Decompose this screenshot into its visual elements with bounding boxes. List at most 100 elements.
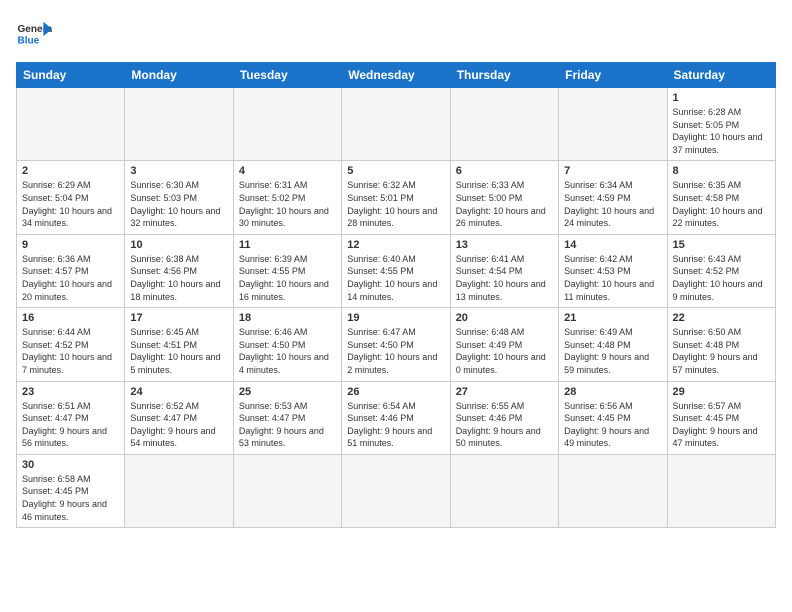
calendar-week-3: 9 Sunrise: 6:36 AM Sunset: 4:57 PM Daylig… — [17, 234, 776, 307]
day-info: Sunrise: 6:45 AM Sunset: 4:51 PM Dayligh… — [130, 326, 227, 376]
calendar-cell — [125, 88, 233, 161]
calendar-cell: 23 Sunrise: 6:51 AM Sunset: 4:47 PM Dayli… — [17, 381, 125, 454]
day-number: 20 — [456, 312, 553, 324]
day-info: Sunrise: 6:29 AM Sunset: 5:04 PM Dayligh… — [22, 179, 119, 229]
page-header: General Blue — [16, 16, 776, 52]
calendar-header-row: SundayMondayTuesdayWednesdayThursdayFrid… — [17, 63, 776, 88]
day-header-sunday: Sunday — [17, 63, 125, 88]
day-info: Sunrise: 6:42 AM Sunset: 4:53 PM Dayligh… — [564, 253, 661, 303]
calendar-week-5: 23 Sunrise: 6:51 AM Sunset: 4:47 PM Dayli… — [17, 381, 776, 454]
day-info: Sunrise: 6:52 AM Sunset: 4:47 PM Dayligh… — [130, 400, 227, 450]
day-header-friday: Friday — [559, 63, 667, 88]
day-number: 13 — [456, 239, 553, 251]
day-header-monday: Monday — [125, 63, 233, 88]
day-number: 22 — [673, 312, 770, 324]
day-number: 17 — [130, 312, 227, 324]
calendar-cell — [342, 88, 450, 161]
logo: General Blue — [16, 16, 52, 52]
calendar-cell: 7 Sunrise: 6:34 AM Sunset: 4:59 PM Daylig… — [559, 161, 667, 234]
day-number: 6 — [456, 165, 553, 177]
calendar-cell: 12 Sunrise: 6:40 AM Sunset: 4:55 PM Dayli… — [342, 234, 450, 307]
day-number: 1 — [673, 92, 770, 104]
day-info: Sunrise: 6:39 AM Sunset: 4:55 PM Dayligh… — [239, 253, 336, 303]
day-number: 28 — [564, 386, 661, 398]
day-info: Sunrise: 6:28 AM Sunset: 5:05 PM Dayligh… — [673, 106, 770, 156]
day-info: Sunrise: 6:43 AM Sunset: 4:52 PM Dayligh… — [673, 253, 770, 303]
calendar-cell — [125, 454, 233, 527]
day-number: 11 — [239, 239, 336, 251]
calendar-cell: 13Sunrise: 6:41 AM Sunset: 4:54 PM Dayli… — [450, 234, 558, 307]
calendar-cell: 26 Sunrise: 6:54 AM Sunset: 4:46 PM Dayli… — [342, 381, 450, 454]
calendar-cell — [233, 88, 341, 161]
day-number: 23 — [22, 386, 119, 398]
day-number: 4 — [239, 165, 336, 177]
calendar-week-4: 16Sunrise: 6:44 AM Sunset: 4:52 PM Dayli… — [17, 308, 776, 381]
day-info: Sunrise: 6:33 AM Sunset: 5:00 PM Dayligh… — [456, 179, 553, 229]
calendar-cell: 2Sunrise: 6:29 AM Sunset: 5:04 PM Daylig… — [17, 161, 125, 234]
day-info: Sunrise: 6:30 AM Sunset: 5:03 PM Dayligh… — [130, 179, 227, 229]
day-number: 10 — [130, 239, 227, 251]
day-header-saturday: Saturday — [667, 63, 775, 88]
calendar-cell — [342, 454, 450, 527]
day-info: Sunrise: 6:51 AM Sunset: 4:47 PM Dayligh… — [22, 400, 119, 450]
calendar-cell — [667, 454, 775, 527]
day-number: 19 — [347, 312, 444, 324]
day-info: Sunrise: 6:40 AM Sunset: 4:55 PM Dayligh… — [347, 253, 444, 303]
calendar-cell: 28 Sunrise: 6:56 AM Sunset: 4:45 PM Dayli… — [559, 381, 667, 454]
calendar-cell: 21Sunrise: 6:49 AM Sunset: 4:48 PM Dayli… — [559, 308, 667, 381]
day-info: Sunrise: 6:47 AM Sunset: 4:50 PM Dayligh… — [347, 326, 444, 376]
day-info: Sunrise: 6:54 AM Sunset: 4:46 PM Dayligh… — [347, 400, 444, 450]
day-number: 7 — [564, 165, 661, 177]
day-info: Sunrise: 6:44 AM Sunset: 4:52 PM Dayligh… — [22, 326, 119, 376]
day-number: 27 — [456, 386, 553, 398]
calendar-cell: 5 Sunrise: 6:32 AM Sunset: 5:01 PM Daylig… — [342, 161, 450, 234]
calendar-cell — [233, 454, 341, 527]
day-number: 26 — [347, 386, 444, 398]
day-info: Sunrise: 6:35 AM Sunset: 4:58 PM Dayligh… — [673, 179, 770, 229]
calendar-cell — [559, 454, 667, 527]
calendar-cell: 30 Sunrise: 6:58 AM Sunset: 4:45 PM Dayli… — [17, 454, 125, 527]
calendar-cell: 14Sunrise: 6:42 AM Sunset: 4:53 PM Dayli… — [559, 234, 667, 307]
calendar-cell: 1 Sunrise: 6:28 AM Sunset: 5:05 PM Daylig… — [667, 88, 775, 161]
calendar-table: SundayMondayTuesdayWednesdayThursdayFrid… — [16, 62, 776, 528]
calendar-cell: 3 Sunrise: 6:30 AM Sunset: 5:03 PM Daylig… — [125, 161, 233, 234]
day-info: Sunrise: 6:46 AM Sunset: 4:50 PM Dayligh… — [239, 326, 336, 376]
day-info: Sunrise: 6:34 AM Sunset: 4:59 PM Dayligh… — [564, 179, 661, 229]
day-info: Sunrise: 6:36 AM Sunset: 4:57 PM Dayligh… — [22, 253, 119, 303]
day-number: 12 — [347, 239, 444, 251]
calendar-cell — [559, 88, 667, 161]
day-number: 9 — [22, 239, 119, 251]
calendar-week-6: 30 Sunrise: 6:58 AM Sunset: 4:45 PM Dayli… — [17, 454, 776, 527]
calendar-cell: 29Sunrise: 6:57 AM Sunset: 4:45 PM Dayli… — [667, 381, 775, 454]
day-header-wednesday: Wednesday — [342, 63, 450, 88]
day-header-tuesday: Tuesday — [233, 63, 341, 88]
day-number: 18 — [239, 312, 336, 324]
day-info: Sunrise: 6:31 AM Sunset: 5:02 PM Dayligh… — [239, 179, 336, 229]
calendar-cell: 27Sunrise: 6:55 AM Sunset: 4:46 PM Dayli… — [450, 381, 558, 454]
day-header-thursday: Thursday — [450, 63, 558, 88]
calendar-cell — [450, 88, 558, 161]
calendar-cell: 20Sunrise: 6:48 AM Sunset: 4:49 PM Dayli… — [450, 308, 558, 381]
calendar-cell: 25 Sunrise: 6:53 AM Sunset: 4:47 PM Dayli… — [233, 381, 341, 454]
calendar-cell: 10Sunrise: 6:38 AM Sunset: 4:56 PM Dayli… — [125, 234, 233, 307]
calendar-cell: 22 Sunrise: 6:50 AM Sunset: 4:48 PM Dayli… — [667, 308, 775, 381]
day-number: 30 — [22, 459, 119, 471]
day-number: 5 — [347, 165, 444, 177]
calendar-week-2: 2Sunrise: 6:29 AM Sunset: 5:04 PM Daylig… — [17, 161, 776, 234]
day-info: Sunrise: 6:58 AM Sunset: 4:45 PM Dayligh… — [22, 473, 119, 523]
day-number: 25 — [239, 386, 336, 398]
calendar-cell: 18 Sunrise: 6:46 AM Sunset: 4:50 PM Dayli… — [233, 308, 341, 381]
calendar-cell: 4 Sunrise: 6:31 AM Sunset: 5:02 PM Daylig… — [233, 161, 341, 234]
day-info: Sunrise: 6:32 AM Sunset: 5:01 PM Dayligh… — [347, 179, 444, 229]
day-info: Sunrise: 6:50 AM Sunset: 4:48 PM Dayligh… — [673, 326, 770, 376]
calendar-cell: 16Sunrise: 6:44 AM Sunset: 4:52 PM Dayli… — [17, 308, 125, 381]
calendar-cell: 24 Sunrise: 6:52 AM Sunset: 4:47 PM Dayli… — [125, 381, 233, 454]
day-number: 24 — [130, 386, 227, 398]
day-info: Sunrise: 6:53 AM Sunset: 4:47 PM Dayligh… — [239, 400, 336, 450]
calendar-cell: 19 Sunrise: 6:47 AM Sunset: 4:50 PM Dayli… — [342, 308, 450, 381]
day-number: 3 — [130, 165, 227, 177]
day-info: Sunrise: 6:49 AM Sunset: 4:48 PM Dayligh… — [564, 326, 661, 376]
calendar-cell: 9 Sunrise: 6:36 AM Sunset: 4:57 PM Daylig… — [17, 234, 125, 307]
day-info: Sunrise: 6:56 AM Sunset: 4:45 PM Dayligh… — [564, 400, 661, 450]
calendar-cell: 8Sunrise: 6:35 AM Sunset: 4:58 PM Daylig… — [667, 161, 775, 234]
